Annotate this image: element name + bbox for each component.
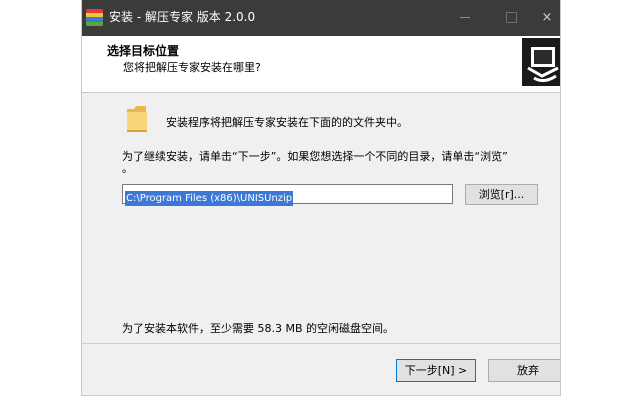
- install-path-value: C:\Program Files (x86)\UNISUnzip: [125, 191, 294, 206]
- window-title: 安装 - 解压专家 版本 2.0.0: [109, 10, 256, 24]
- folder-icon: [127, 106, 147, 132]
- footer-divider: [82, 343, 560, 344]
- browse-button[interactable]: 浏览[r]...: [465, 184, 538, 205]
- cancel-button[interactable]: 放弃: [488, 359, 560, 382]
- next-button[interactable]: 下一步[N] >: [396, 359, 476, 382]
- page-subtitle: 您将把解压专家安装在哪里?: [123, 61, 261, 74]
- installer-window: 安装 - 解压专家 版本 2.0.0 × 选择目标位置 您将把解压专家安装在哪里…: [82, 0, 560, 395]
- wizard-header: 选择目标位置 您将把解压专家安装在哪里?: [82, 36, 560, 93]
- disk-space-requirement: 为了安装本软件，至少需要 58.3 MB 的空闲磁盘空间。: [122, 322, 395, 335]
- install-description: 安装程序将把解压专家安装在下面的的文件夹中。: [166, 116, 408, 129]
- maximize-button[interactable]: [488, 0, 534, 36]
- minimize-icon: [460, 17, 470, 18]
- install-path-input[interactable]: C:\Program Files (x86)\UNISUnzip: [122, 184, 453, 206]
- page-title: 选择目标位置: [107, 44, 180, 58]
- instruction-text-line2: 。: [122, 162, 133, 175]
- maximize-icon: [505, 12, 517, 23]
- installer-box-icon: [522, 38, 560, 86]
- minimize-button[interactable]: [442, 0, 488, 36]
- close-button[interactable]: ×: [534, 0, 560, 36]
- close-icon: ×: [541, 10, 553, 25]
- instruction-text-line1: 为了继续安装，请单击“下一步”。如果您想选择一个不同的目录，请单击“浏览”: [122, 150, 508, 163]
- winrar-books-icon: [86, 9, 103, 26]
- title-bar[interactable]: 安装 - 解压专家 版本 2.0.0 ×: [82, 0, 560, 36]
